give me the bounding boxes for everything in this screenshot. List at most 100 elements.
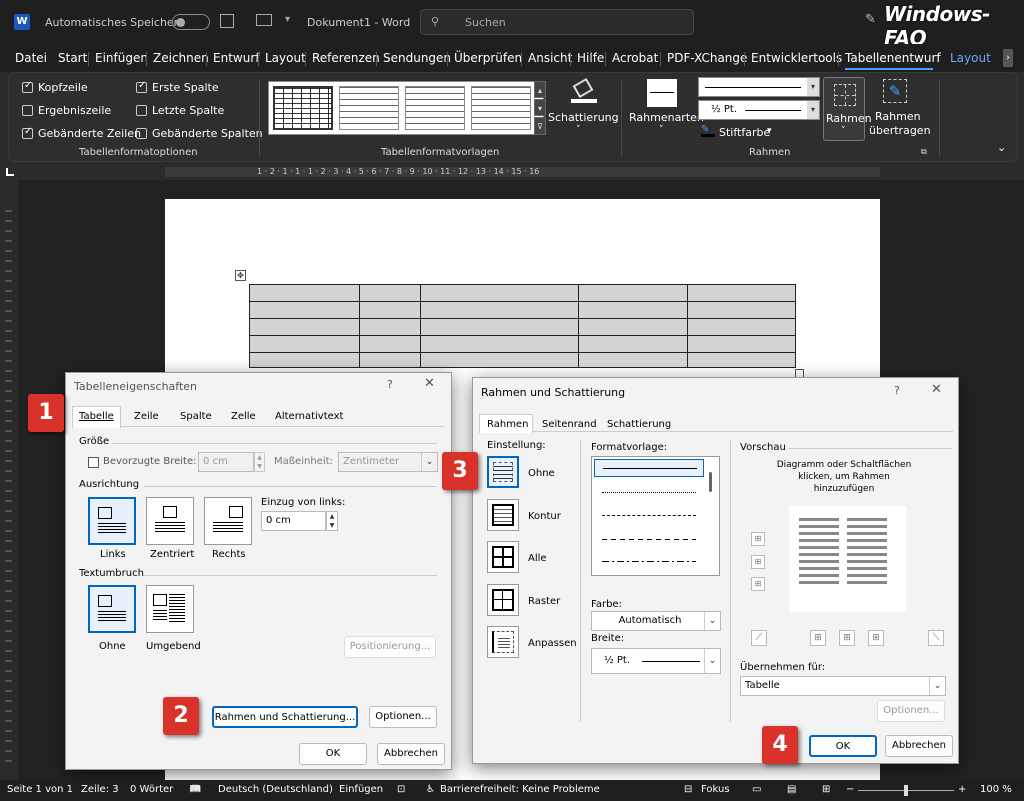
read-mode-icon[interactable]: ▭ xyxy=(752,784,761,795)
schattierung-button[interactable]: Schattierung xyxy=(548,111,619,124)
stiftfarbe-button[interactable]: Stiftfarbe xyxy=(719,126,770,139)
setting-alle-option[interactable] xyxy=(487,541,519,573)
print-layout-icon[interactable]: ▤ xyxy=(787,784,796,795)
tab-zelle[interactable]: Zelle xyxy=(231,411,256,422)
gallery-more-icon[interactable]: ⊽ xyxy=(534,117,546,135)
gebaenderte-spalten-checkbox[interactable] xyxy=(136,128,147,139)
rahmenarten-chevron-icon[interactable]: ˅ xyxy=(659,125,664,135)
preview-diag-down-button[interactable]: ⟋ xyxy=(751,630,767,646)
preview-top-border-button[interactable]: ⊞ xyxy=(751,532,765,546)
status-insert-mode[interactable]: Einfügen xyxy=(339,784,383,795)
menu-acrobat[interactable]: Acrobat xyxy=(612,51,658,65)
pen-color-icon[interactable]: ✎ xyxy=(701,125,715,137)
setting-ohne-option[interactable] xyxy=(487,456,519,488)
dialog1-cancel-button[interactable]: Abbrechen xyxy=(377,743,445,765)
line-style-dotted[interactable] xyxy=(602,492,696,493)
menu-entwurf[interactable]: Entwurf xyxy=(213,51,259,65)
setting-kontur-option[interactable] xyxy=(487,499,519,531)
dialog2-cancel-button[interactable]: Abbrechen xyxy=(885,735,953,757)
preview-center-border-button[interactable]: ⊞ xyxy=(839,630,855,646)
table-style-4[interactable] xyxy=(471,86,531,130)
dialog2-close-icon[interactable]: ✕ xyxy=(931,382,942,397)
tab-alternativtext[interactable]: Alternativtext xyxy=(275,411,343,422)
tab-zeile[interactable]: Zeile xyxy=(134,411,159,422)
dialog1-ok-button[interactable]: OK xyxy=(299,743,367,765)
table-styles-gallery[interactable] xyxy=(268,81,544,135)
tab-seitenrand[interactable]: Seitenrand xyxy=(542,419,597,430)
letzte-spalte-checkbox[interactable] xyxy=(136,105,147,116)
status-focus[interactable]: Fokus xyxy=(701,784,730,795)
menu-start[interactable]: Start xyxy=(58,51,87,65)
menu-hilfe[interactable]: Hilfe xyxy=(577,51,604,65)
customize-arrow-icon[interactable]: ▾ xyxy=(285,14,290,25)
line-style-dashed-small[interactable] xyxy=(602,515,696,516)
table-style-3[interactable] xyxy=(405,86,465,130)
status-language[interactable]: Deutsch (Deutschland) xyxy=(218,784,333,795)
preview-diag-up-button[interactable]: ⟍ xyxy=(928,630,944,646)
optionen-button[interactable]: Optionen... xyxy=(369,706,437,728)
line-style-solid[interactable] xyxy=(594,459,704,477)
einzug-spinner-icon[interactable]: ▲ ▼ xyxy=(326,511,338,531)
dialog2-ok-button[interactable]: OK xyxy=(809,735,877,757)
positionierung-button[interactable]: Positionierung... xyxy=(344,636,436,658)
breite-spinner-icon[interactable]: ▲ ▼ xyxy=(254,452,265,472)
rahmen-uebertragen-label-1[interactable]: Rahmen xyxy=(875,110,921,123)
tab-schattierung[interactable]: Schattierung xyxy=(607,419,671,430)
kopfzeile-checkbox[interactable] xyxy=(22,80,33,93)
masseinheit-select[interactable]: Zentimeter ⌄ xyxy=(338,452,438,472)
proofing-icon[interactable]: 📖 xyxy=(189,784,201,795)
preview-bottom-border-button[interactable]: ⊞ xyxy=(751,577,765,591)
preview-left-border-button[interactable]: ⊞ xyxy=(810,630,826,646)
search-box[interactable]: ⚲ Suchen xyxy=(420,9,694,35)
zoom-slider[interactable] xyxy=(858,785,954,796)
line-style-dropdown[interactable]: ▾ xyxy=(698,77,820,97)
macro-icon[interactable]: ⊡ xyxy=(397,784,405,795)
schattierung-chevron-icon[interactable]: ˅ xyxy=(576,125,581,135)
menu-layout-table[interactable]: Layout xyxy=(950,51,991,65)
web-layout-icon[interactable]: ⊞ xyxy=(822,784,830,795)
ergebniszeile-checkbox[interactable] xyxy=(22,105,33,116)
rahmenarten-icon[interactable] xyxy=(647,79,677,107)
status-page[interactable]: Seite 1 von 1 xyxy=(7,784,73,795)
menu-einfuegen[interactable]: Einfügen xyxy=(95,51,148,65)
uebernehmen-select[interactable]: Tabelle ⌄ xyxy=(740,676,946,696)
line-style-scrollbar[interactable] xyxy=(709,472,712,492)
setting-anpassen-option[interactable] xyxy=(487,626,519,658)
status-line[interactable]: Zeile: 3 xyxy=(81,784,119,795)
preview-middle-border-button[interactable]: ⊞ xyxy=(751,555,765,569)
setting-raster-option[interactable] xyxy=(487,584,519,616)
menu-entwicklertools[interactable]: Entwicklertools xyxy=(751,51,842,65)
preview-diagram[interactable] xyxy=(789,506,906,612)
rahmen-uebertragen-icon[interactable]: ✎ xyxy=(883,79,907,103)
menu-tabellenentwurf[interactable]: Tabellenentwurf xyxy=(845,51,941,65)
rahmen-button-box[interactable]: Rahmen ˅ xyxy=(823,77,872,141)
gallery-scroll-down-icon[interactable]: ▾ xyxy=(534,99,546,116)
autosave-toggle[interactable] xyxy=(172,14,210,30)
breite-select[interactable]: ½ Pt. ⌄ xyxy=(591,648,721,674)
line-style-listbox[interactable] xyxy=(591,456,720,576)
zoom-in-icon[interactable]: + xyxy=(958,784,966,795)
ribbon-collapse-icon[interactable]: ⌄ xyxy=(997,141,1006,154)
dialog-launcher-icon[interactable]: ⧉ xyxy=(921,147,927,157)
rahmenarten-button[interactable]: Rahmenarten xyxy=(629,111,704,124)
dialog1-close-icon[interactable]: ✕ xyxy=(424,376,435,391)
line-style-dashdot[interactable] xyxy=(602,561,696,562)
menu-scroll-right-icon[interactable]: › xyxy=(1003,49,1013,67)
line-style-dashed[interactable] xyxy=(602,539,696,540)
rahmen-uebertragen-label-2[interactable]: übertragen xyxy=(869,124,931,137)
menu-pdf-xchange[interactable]: PDF-XChange xyxy=(667,51,747,65)
menu-zeichnen[interactable]: Zeichnen xyxy=(153,51,209,65)
shading-bucket-icon[interactable] xyxy=(571,77,597,103)
document-table[interactable] xyxy=(249,284,796,368)
menu-datei[interactable]: Datei xyxy=(15,51,47,65)
preview-right-border-button[interactable]: ⊞ xyxy=(868,630,884,646)
align-links-option[interactable] xyxy=(88,497,136,545)
stiftfarbe-chevron-icon[interactable]: ▾ xyxy=(767,126,772,136)
menu-referenzen[interactable]: Referenzen xyxy=(312,51,380,65)
menu-layout[interactable]: Layout xyxy=(265,51,306,65)
save-icon[interactable] xyxy=(220,14,234,28)
status-zoom[interactable]: 100 % xyxy=(980,784,1012,795)
bevorzugte-breite-checkbox[interactable] xyxy=(88,457,99,468)
erste-spalte-checkbox[interactable] xyxy=(136,80,147,93)
menu-ueberpruefen[interactable]: Überprüfen xyxy=(454,51,522,65)
